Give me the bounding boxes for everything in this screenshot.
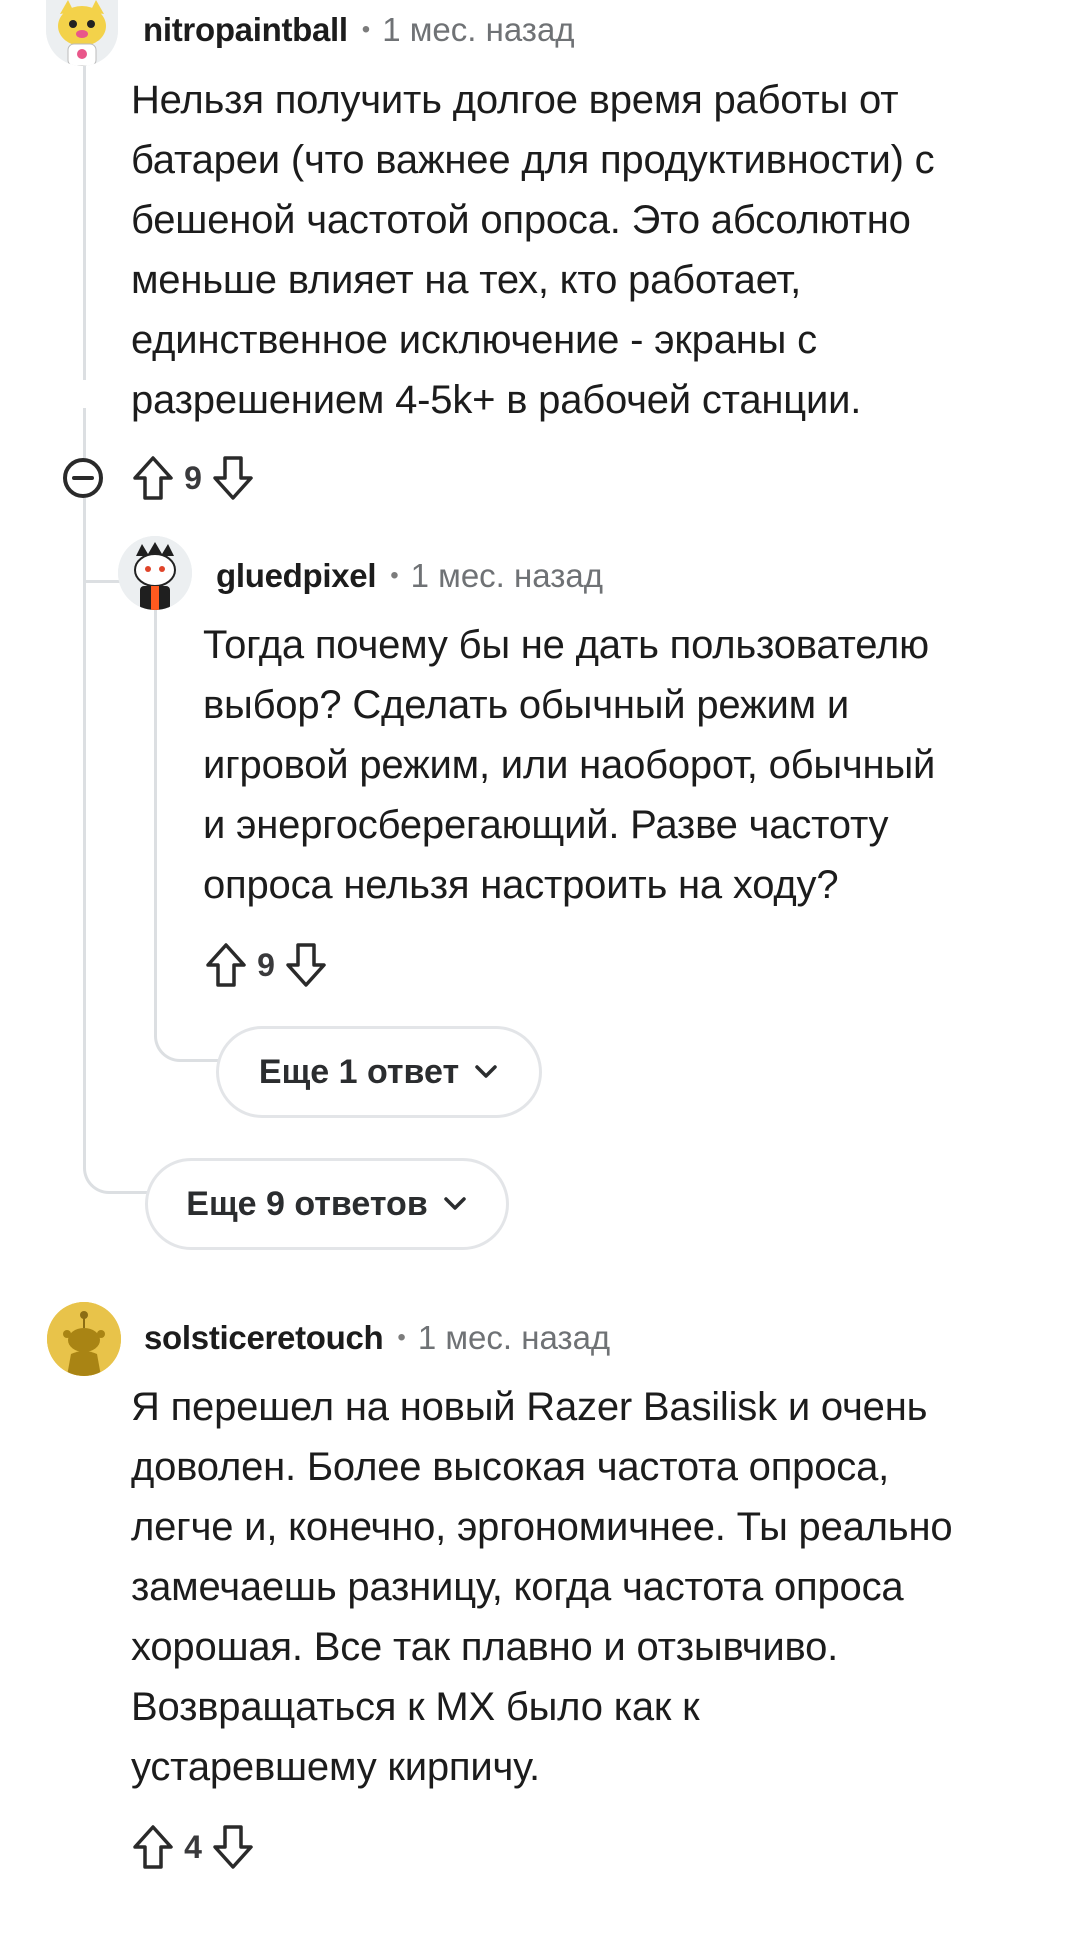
avatar[interactable] xyxy=(47,1302,121,1376)
more-replies-label: Еще 1 ответ xyxy=(258,1052,460,1091)
comment-body-line: хорошая. Все так плавно и отзывчиво. xyxy=(131,1625,839,1669)
comment-body-line: бешеной частотой опроса. Это абсолютно xyxy=(131,198,911,242)
comment-body-line: игровой режим, или наоборот, обычный xyxy=(203,743,936,787)
comment-meta: solsticeretouch • 1 мес. назад xyxy=(144,1312,610,1364)
comment-body-line: Я перешел на новый Razer Basilisk и очен… xyxy=(131,1385,928,1429)
timestamp: 1 мес. назад xyxy=(410,557,603,594)
thread-line-root-lower xyxy=(83,408,148,1194)
timestamp: 1 мес. назад xyxy=(382,11,575,48)
comment-body-line: доволен. Более высокая частота опроса, xyxy=(131,1445,890,1489)
vote-bar: 9 xyxy=(203,935,329,995)
snoo-avatar-icon xyxy=(118,536,192,610)
comment-body-line: разрешением 4-5k+ в рабочей станции. xyxy=(131,378,862,422)
chevron-down-icon xyxy=(442,1195,468,1213)
comment-body-line: батареи (что важнее для продуктивности) … xyxy=(131,138,935,182)
cat-avatar-icon xyxy=(46,0,118,66)
comment-meta: gluedpixel • 1 мес. назад xyxy=(216,550,603,602)
upvote-arrow-icon[interactable] xyxy=(130,453,176,503)
avatar[interactable] xyxy=(46,0,118,66)
username[interactable]: gluedpixel xyxy=(216,557,377,595)
username[interactable]: nitropaintball xyxy=(143,11,348,49)
separator-dot: • xyxy=(361,16,371,43)
vote-bar: 4 xyxy=(130,1817,256,1877)
comment-body: Тогда почему бы не дать пользователю выб… xyxy=(203,615,935,915)
collapse-thread-button[interactable] xyxy=(62,457,104,499)
comment-body: Нельзя получить долгое время работы от б… xyxy=(131,70,935,430)
avatar[interactable] xyxy=(118,536,192,610)
more-replies-label: Еще 9 ответов xyxy=(186,1184,428,1223)
comment-meta: nitropaintball • 1 мес. назад xyxy=(143,4,575,56)
comment-body-line: Тогда почему бы не дать пользователю xyxy=(203,623,929,667)
comment-body-line: выбор? Сделать обычный режим и xyxy=(203,683,850,727)
vote-count: 9 xyxy=(257,946,275,983)
separator-dot: • xyxy=(397,1324,406,1351)
upvote-arrow-icon[interactable] xyxy=(130,1822,176,1872)
username[interactable]: solsticeretouch xyxy=(144,1319,384,1357)
timestamp: 1 мес. назад xyxy=(417,1319,611,1356)
comment-body-line: меньше влияет на тех, кто работает, xyxy=(131,258,802,302)
thread-line-reply-connector xyxy=(86,540,120,583)
more-replies-button[interactable]: Еще 1 ответ xyxy=(216,1026,542,1118)
comment-body-line: Возвращаться к MX было как к xyxy=(131,1685,700,1729)
separator-dot: • xyxy=(390,562,399,589)
upvote-arrow-icon[interactable] xyxy=(203,940,249,990)
downvote-arrow-icon[interactable] xyxy=(210,453,256,503)
comment-body: Я перешел на новый Razer Basilisk и очен… xyxy=(131,1377,953,1797)
comment-body-line: устаревшему кирпичу. xyxy=(131,1745,540,1789)
comment-body-line: замечаешь разницу, когда частота опроса xyxy=(131,1565,904,1609)
vote-count: 4 xyxy=(184,1828,202,1865)
downvote-arrow-icon[interactable] xyxy=(210,1822,256,1872)
vote-count: 9 xyxy=(184,459,202,496)
downvote-arrow-icon[interactable] xyxy=(283,940,329,990)
comment-body-line: единственное исключение - экраны с xyxy=(131,318,817,362)
default-snoo-avatar-icon xyxy=(47,1302,121,1376)
chevron-down-icon xyxy=(473,1063,499,1081)
comment-body-line: легче и, конечно, эргономичнее. Ты реаль… xyxy=(131,1505,953,1549)
comment-body-line: опроса нельзя настроить на ходу? xyxy=(203,863,839,907)
vote-bar: 9 xyxy=(130,448,256,508)
more-replies-button[interactable]: Еще 9 ответов xyxy=(145,1158,509,1250)
minus-circle-icon xyxy=(63,458,103,498)
comment-body-line: и энергосберегающий. Разве частоту xyxy=(203,803,889,847)
comment-body-line: Нельзя получить долгое время работы от xyxy=(131,78,899,122)
thread-line-root xyxy=(83,62,86,380)
